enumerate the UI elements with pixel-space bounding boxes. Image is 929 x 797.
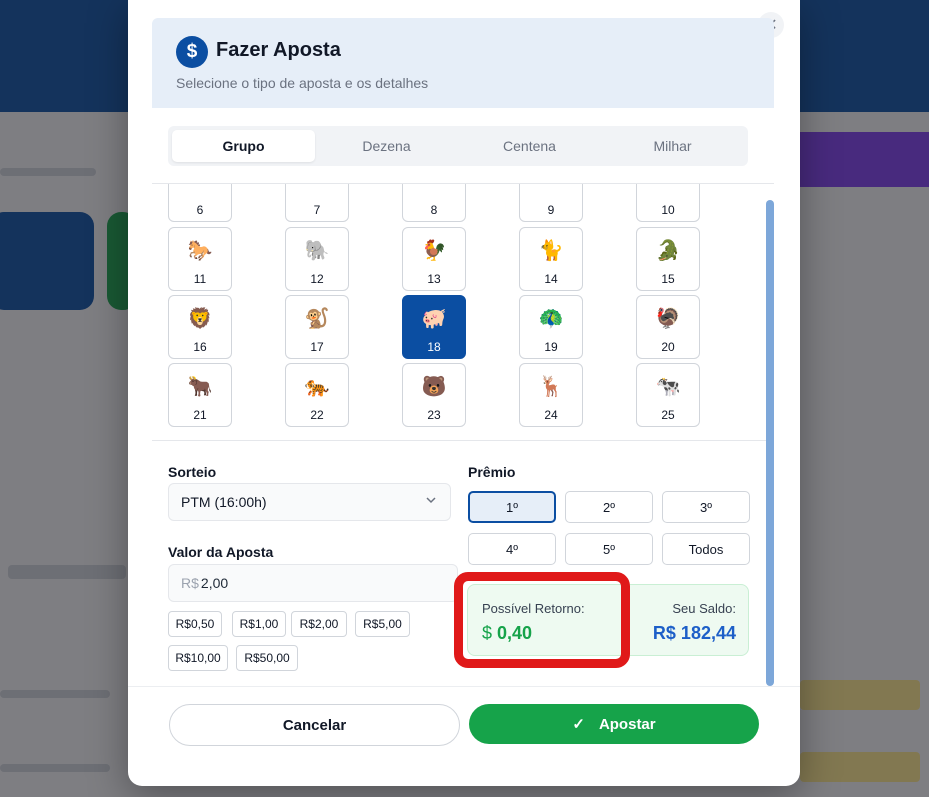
bet-modal: ✕ $ Fazer Aposta Selecione o tipo de apo… — [128, 0, 800, 786]
group-number: 13 — [427, 272, 441, 286]
group-number: 19 — [544, 340, 558, 354]
group-number: 8 — [430, 203, 438, 217]
amount-input[interactable]: R$ 2,00 — [168, 564, 458, 602]
quick-amount-button[interactable]: R$0,50 — [168, 611, 222, 637]
group-option-13[interactable]: 🐓 13 — [402, 227, 466, 291]
bear-icon: 🐻 — [421, 376, 447, 398]
bull-icon: 🐂 — [187, 376, 213, 398]
group-option-12[interactable]: 🐘 12 — [285, 227, 349, 291]
scrollbar-thumb[interactable] — [766, 200, 774, 686]
cat-icon: 🐈 — [538, 240, 564, 262]
tab-grupo[interactable]: Grupo — [172, 130, 315, 162]
tab-centena[interactable]: Centena — [458, 130, 601, 162]
group-option-20[interactable]: 🦃 20 — [636, 295, 700, 359]
turkey-icon: 🦃 — [655, 308, 681, 330]
chevron-down-icon — [426, 497, 436, 504]
lion-icon: 🦁 — [187, 308, 213, 330]
deer-icon: 🦌 — [538, 376, 564, 398]
prize-option-5[interactable]: 5º — [565, 533, 653, 565]
group-number: 6 — [196, 203, 204, 217]
group-number: 21 — [193, 408, 207, 422]
tab-dezena[interactable]: Dezena — [315, 130, 458, 162]
prize-option-2[interactable]: 2º — [565, 491, 653, 523]
quick-amount-button[interactable]: R$10,00 — [168, 645, 228, 671]
submit-bet-label: Apostar — [598, 715, 656, 733]
amount-value: 2,00 — [200, 575, 229, 591]
rooster-icon: 🐓 — [421, 240, 447, 262]
modal-subtitle: Selecione o tipo de aposta e os detalhes — [176, 75, 429, 91]
prize-option-3[interactable]: 3º — [662, 491, 750, 523]
prize-option-1[interactable]: 1º — [468, 491, 556, 523]
group-number: 25 — [661, 408, 675, 422]
group-option-21[interactable]: 🐂 21 — [168, 363, 232, 427]
group-option-18[interactable]: 🐖 18 — [402, 295, 466, 359]
group-option-6[interactable]: 6 — [168, 184, 232, 222]
group-option-25[interactable]: 🐄 25 — [636, 363, 700, 427]
group-number: 18 — [427, 340, 441, 354]
submit-bet-button[interactable]: ✓ Apostar — [469, 704, 759, 744]
group-number: 16 — [193, 340, 207, 354]
prize-label: Prêmio — [468, 464, 516, 480]
quick-amount-button[interactable]: R$50,00 — [236, 645, 298, 671]
elephant-icon: 🐘 — [304, 240, 330, 262]
bet-type-tabs: Grupo Dezena Centena Milhar — [168, 126, 748, 166]
group-number: 14 — [544, 272, 558, 286]
quick-amount-button[interactable]: R$1,00 — [232, 611, 286, 637]
group-option-17[interactable]: 🐒 17 — [285, 295, 349, 359]
modal-title: Fazer Aposta — [216, 39, 341, 61]
balance-label: Seu Saldo: — [672, 601, 736, 616]
draw-select[interactable]: PTM (16:00h) — [168, 483, 451, 521]
group-option-10[interactable]: 10 — [636, 184, 700, 222]
tiger-icon: 🐅 — [304, 376, 330, 398]
footer-divider — [128, 686, 800, 687]
draw-label: Sorteio — [168, 464, 217, 480]
group-option-16[interactable]: 🦁 16 — [168, 295, 232, 359]
group-number: 22 — [310, 408, 324, 422]
animal-group-grid: 6 7 8 9 10 🐎 11 🐘 12 🐓 13 🐈 14 🐊 15 🦁 16 🐒 17 🐖 18 🦚 19 🦃 20 🐂 21 🐅… — [152, 183, 774, 441]
tab-milhar[interactable]: Milhar — [601, 130, 744, 162]
group-option-23[interactable]: 🐻 23 — [402, 363, 466, 427]
group-number: 20 — [661, 340, 675, 354]
group-number: 7 — [313, 203, 321, 217]
group-number: 11 — [193, 272, 207, 286]
quick-amount-button[interactable]: R$2,00 — [291, 611, 347, 637]
prize-option-all[interactable]: Todos — [662, 533, 750, 565]
group-number: 9 — [547, 203, 555, 217]
group-option-24[interactable]: 🦌 24 — [519, 363, 583, 427]
pig-icon: 🐖 — [421, 308, 447, 330]
peacock-icon: 🦚 — [538, 308, 564, 330]
group-option-19[interactable]: 🦚 19 — [519, 295, 583, 359]
currency-prefix: R$ — [181, 575, 199, 591]
draw-select-value: PTM (16:00h) — [181, 494, 267, 510]
group-number: 15 — [661, 272, 675, 286]
check-icon: ✓ — [572, 716, 585, 733]
cow-icon: 🐄 — [655, 376, 681, 398]
group-option-14[interactable]: 🐈 14 — [519, 227, 583, 291]
group-option-11[interactable]: 🐎 11 — [168, 227, 232, 291]
group-number: 24 — [544, 408, 558, 422]
annotation-highlight — [454, 572, 630, 668]
modal-header: $ Fazer Aposta Selecione o tipo de apost… — [152, 18, 774, 108]
group-option-7[interactable]: 7 — [285, 184, 349, 222]
group-number: 12 — [310, 272, 324, 286]
balance-value: R$ 182,44 — [652, 623, 736, 643]
monkey-icon: 🐒 — [304, 308, 330, 330]
prize-option-4[interactable]: 4º — [468, 533, 556, 565]
crocodile-icon: 🐊 — [655, 240, 681, 262]
amount-label: Valor da Aposta — [168, 544, 274, 560]
cancel-button[interactable]: Cancelar — [169, 704, 460, 746]
group-option-9[interactable]: 9 — [519, 184, 583, 222]
group-number: 17 — [310, 340, 324, 354]
group-number: 10 — [661, 203, 675, 217]
group-number: 23 — [427, 408, 441, 422]
group-option-8[interactable]: 8 — [402, 184, 466, 222]
group-option-15[interactable]: 🐊 15 — [636, 227, 700, 291]
horse-icon: 🐎 — [187, 240, 213, 262]
quick-amount-button[interactable]: R$5,00 — [355, 611, 410, 637]
dollar-icon: $ — [176, 36, 208, 68]
group-option-22[interactable]: 🐅 22 — [285, 363, 349, 427]
